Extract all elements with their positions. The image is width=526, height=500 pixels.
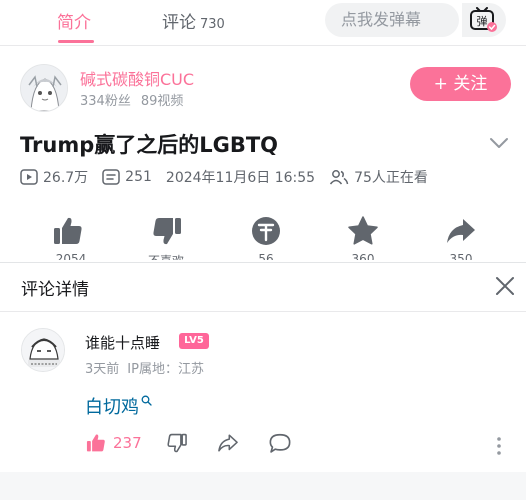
danmaku-count-icon: [102, 169, 120, 185]
comment-share-button[interactable]: [216, 432, 240, 454]
dislike-label: 不喜欢: [136, 252, 196, 260]
watching-count-value: 75人正在看: [354, 170, 428, 186]
share-button[interactable]: [444, 214, 484, 254]
thumbs-up-icon[interactable]: [85, 432, 107, 454]
play-count-icon: [20, 169, 38, 185]
tab-comments-count: 730: [200, 17, 225, 32]
more-options-icon[interactable]: [493, 436, 505, 456]
coin-icon: [252, 217, 280, 245]
comment-ip-location: IP属地：江苏: [127, 362, 204, 377]
comment-meta: 3天前 IP属地：江苏: [85, 358, 204, 377]
uploader-fans: 334粉丝: [80, 94, 131, 109]
star-icon: [348, 216, 378, 245]
share-count: 350: [449, 252, 473, 260]
favorite-button[interactable]: [346, 214, 386, 254]
bottom-divider-area: [0, 472, 526, 500]
comment-dislike-button[interactable]: [166, 432, 188, 454]
commenter-name[interactable]: 谁能十点睡: [85, 332, 160, 353]
share-icon: [217, 434, 238, 452]
dislike-button[interactable]: [150, 214, 190, 254]
comment-text-link[interactable]: 白切鸡: [85, 397, 139, 418]
view-count: 26.7万: [20, 167, 88, 187]
uploader-name[interactable]: 碱式碳酸铜CUC: [80, 66, 194, 90]
uploader-videos: 89视频: [140, 94, 184, 109]
tab-comments[interactable]: 评论 730: [162, 8, 225, 33]
comment-like-count: 237: [113, 434, 142, 452]
danmaku-input[interactable]: 点我发弹幕: [325, 3, 459, 37]
coin-count: 56: [258, 252, 274, 260]
watching-count: 75人正在看: [329, 167, 428, 187]
publish-time: 2024年11月6日 16:55: [165, 170, 316, 186]
comment-action-row: 237: [85, 432, 320, 454]
video-title: Trump赢了之后的LGBTQ: [20, 133, 279, 157]
level-badge: LV5: [179, 333, 209, 349]
view-count-value: 26.7万: [43, 170, 89, 186]
tab-active-indicator: [58, 40, 94, 43]
people-icon: [329, 170, 349, 185]
danmaku-toggle-icon: 弹: [470, 7, 497, 32]
tab-intro[interactable]: 简介: [57, 8, 91, 33]
danmaku-count-value: 251: [125, 169, 152, 185]
search-icon: [141, 395, 152, 406]
follow-button[interactable]: + 关注: [410, 67, 511, 101]
comment-detail-title: 评论详情: [21, 280, 89, 300]
video-meta-row: 26.7万 251 2024年11月6日 16:55 75人正在看: [20, 167, 442, 187]
uploader-avatar-image: [21, 65, 67, 111]
favorite-count: 360: [351, 252, 375, 260]
uploader-stats: 334粉丝 89视频: [80, 90, 183, 109]
commenter-avatar[interactable]: [21, 328, 65, 372]
like-count: 2054: [55, 252, 87, 260]
danmaku-count: 251: [102, 169, 152, 185]
thumbs-down-icon: [153, 218, 181, 245]
like-button[interactable]: [51, 214, 91, 254]
danmaku-toggle-text: 弹: [477, 14, 488, 28]
video-tab-bar: 简介 评论 730 点我发弹幕 弹: [0, 0, 526, 46]
chevron-down-icon[interactable]: [489, 137, 509, 149]
chat-bubble-icon: [269, 433, 291, 453]
comment-detail-header: 评论详情: [0, 262, 526, 312]
thumbs-up-icon: [54, 217, 82, 244]
danmaku-toggle-button[interactable]: 弹: [462, 3, 506, 37]
comment-reply-button[interactable]: [268, 432, 292, 454]
comment-text[interactable]: 白切鸡: [85, 393, 152, 419]
close-icon[interactable]: [494, 275, 516, 297]
commenter-avatar-image: [22, 329, 64, 371]
tab-comments-label: 评论: [162, 13, 196, 33]
comment-time: 3天前: [85, 362, 120, 377]
coin-button[interactable]: [249, 214, 289, 254]
thumbs-down-icon: [167, 433, 187, 453]
share-icon: [447, 219, 475, 243]
uploader-avatar[interactable]: [20, 64, 68, 112]
